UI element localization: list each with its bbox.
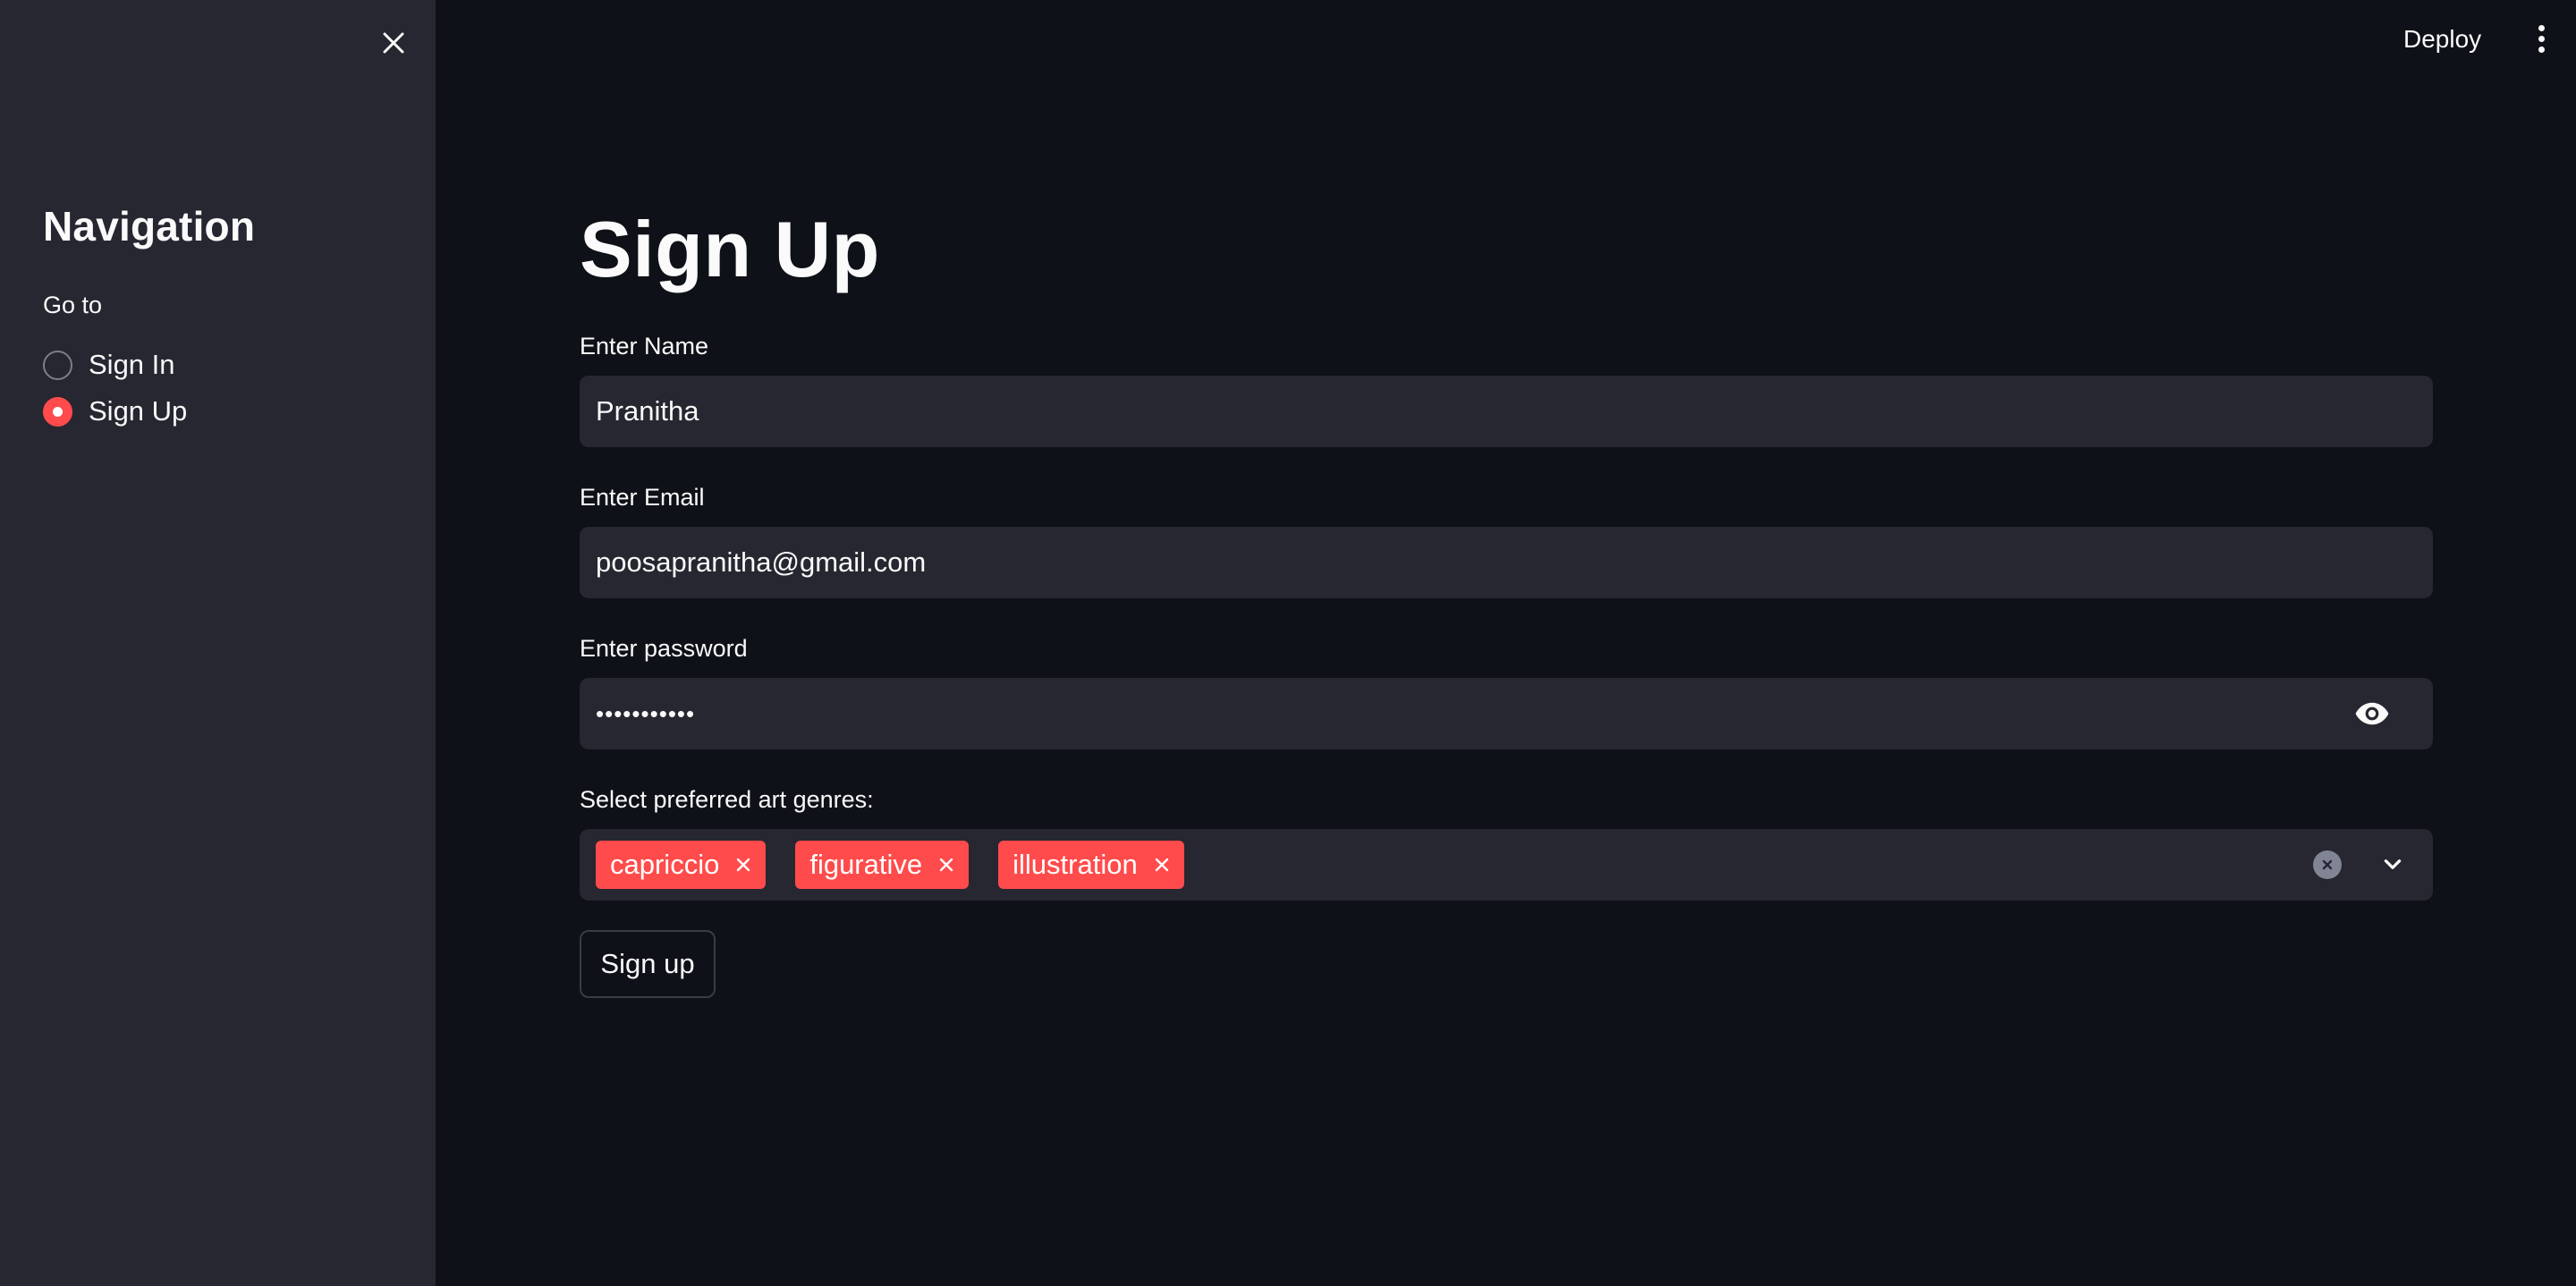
name-label: Enter Name [580, 333, 709, 360]
more-vertical-icon-dot [2538, 46, 2545, 53]
goto-label: Go to [43, 292, 103, 318]
email-value: poosapranitha@gmail.com [596, 546, 927, 578]
navigation-radio-group: Sign In Sign Up [43, 342, 187, 435]
genre-tag-label: capriccio [610, 849, 720, 880]
main-content: Deploy Sign Up Enter Name Pranitha Enter… [436, 0, 2576, 1286]
main-menu-button[interactable] [2523, 18, 2559, 59]
close-icon [737, 858, 750, 872]
deploy-button[interactable]: Deploy [2403, 20, 2481, 59]
radio-label: Sign In [89, 349, 175, 380]
app-root: Navigation Go to Sign In Sign Up Deploy … [0, 0, 2576, 1286]
radio-selected-icon [43, 396, 72, 427]
name-value: Pranitha [596, 395, 699, 427]
sidebar-title: Navigation [43, 203, 256, 250]
dropdown-toggle[interactable] [2377, 850, 2408, 880]
genres-multiselect[interactable]: capriccio figurative illustration [580, 829, 2433, 901]
genre-tag: figurative [795, 841, 970, 889]
clear-all-button[interactable] [2313, 850, 2342, 879]
close-icon [383, 32, 404, 54]
close-sidebar-button[interactable] [374, 23, 413, 63]
more-vertical-icon-dot [2538, 35, 2545, 42]
sidebar: Navigation Go to Sign In Sign Up [0, 0, 436, 1286]
sign-up-button[interactable]: Sign up [580, 930, 716, 998]
show-password-button[interactable] [2345, 687, 2399, 740]
radio-unselected-icon [43, 350, 72, 380]
remove-tag-button[interactable] [733, 855, 753, 875]
remove-tag-button[interactable] [1152, 855, 1172, 875]
eye-icon [2355, 702, 2389, 725]
password-value: ••••••••••• [596, 699, 696, 727]
password-field[interactable]: ••••••••••• [580, 678, 2433, 749]
name-field[interactable]: Pranitha [580, 376, 2433, 447]
email-label: Enter Email [580, 484, 705, 511]
genre-tag-label: figurative [809, 849, 923, 880]
close-icon [939, 858, 953, 872]
genres-label: Select preferred art genres: [580, 786, 874, 813]
radio-option-sign-up[interactable]: Sign Up [43, 388, 187, 435]
email-field[interactable]: poosapranitha@gmail.com [580, 527, 2433, 598]
page-title: Sign Up [580, 205, 880, 293]
clear-icon [2322, 859, 2333, 870]
remove-tag-button[interactable] [936, 855, 956, 875]
radio-label: Sign Up [89, 395, 188, 427]
genre-tag-label: illustration [1013, 849, 1138, 880]
chevron-down-icon [2384, 859, 2402, 869]
close-icon [1155, 858, 1168, 872]
genre-tag: illustration [998, 841, 1184, 889]
more-vertical-icon [2538, 24, 2545, 31]
radio-option-sign-in[interactable]: Sign In [43, 342, 187, 388]
genre-tag: capriccio [596, 841, 767, 889]
password-label: Enter password [580, 635, 748, 662]
